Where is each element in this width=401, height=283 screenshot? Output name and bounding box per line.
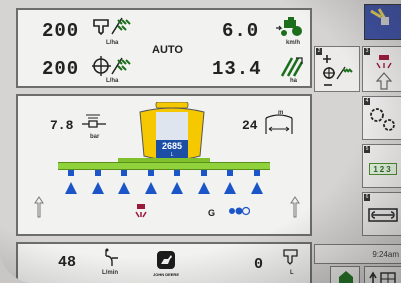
tank-remaining-unit: L [290, 270, 294, 276]
section-indicator [147, 170, 154, 176]
pressure-unit: bar [90, 134, 100, 140]
boom-section-2[interactable] [85, 170, 112, 200]
up-arrow-right-icon[interactable] [290, 196, 300, 218]
gear-label: G [208, 208, 216, 218]
nozzle-spray-icon [65, 182, 78, 194]
home-button[interactable] [330, 266, 360, 283]
nozzle-spray-icon [224, 182, 237, 194]
speed-unit: km/h [286, 40, 301, 46]
nozzle-spray-icon [250, 182, 263, 194]
area-value: 13.4 [212, 58, 262, 80]
key-3-number: 3 [364, 48, 370, 55]
boom-width-unit: m [278, 110, 284, 116]
rate-target-unit: L/ha [106, 40, 119, 46]
nozzle-off-icon[interactable] [134, 204, 148, 218]
flow-valve-icon [105, 248, 118, 266]
clock-box: 9:24am [314, 244, 401, 264]
section-indicator [121, 170, 128, 176]
boom-section-6[interactable] [191, 170, 218, 200]
menu-arrows-icon [369, 271, 396, 283]
key-5-button[interactable]: 5 123 [362, 144, 401, 188]
sprayer-panel: 7.8 bar 2685 L 24 m G [16, 94, 312, 236]
speed-value: 6.0 [222, 20, 260, 42]
area-icon [280, 57, 304, 77]
satellite-icon [370, 8, 389, 25]
menu-button[interactable] [364, 266, 401, 283]
boom-main-bar [58, 162, 270, 170]
nozzle-spray-icon [118, 182, 131, 194]
flow-value: 48 [58, 254, 77, 271]
boom-section-8[interactable] [244, 170, 271, 200]
home-icon [339, 271, 353, 283]
section-indicator [174, 170, 181, 176]
mode-label: AUTO [152, 44, 183, 56]
nozzle-spray-icon [91, 182, 104, 194]
boom-section-3[interactable] [111, 170, 138, 200]
rate-actual-value: 200 [42, 58, 80, 80]
section-indicator [94, 170, 101, 176]
boom-sections [58, 170, 270, 200]
flow-unit: L/min [102, 270, 118, 276]
key-6-button[interactable]: 6 [362, 192, 401, 236]
rate-speed-panel: 200 L/ha AUTO 6.0 km/h 200 L/ha 13.4 ha [16, 8, 312, 88]
rate-actual-unit: L/ha [106, 78, 119, 84]
key-4-button[interactable]: 4 [362, 96, 401, 140]
brand-name: JOHN DEERE [152, 272, 179, 277]
tank-remaining-icon [283, 249, 298, 265]
boom-bar [58, 158, 270, 170]
pressure-gauge-icon [82, 114, 106, 128]
boom-width-value: 24 [242, 118, 258, 133]
key-3-button[interactable]: 3 [362, 46, 401, 92]
section-indicator [253, 170, 260, 176]
brand-logo: JOHN DEERE [142, 250, 190, 283]
flow-panel: 48 L/min JOHN DEERE 0 L [16, 242, 312, 283]
boom-section-4[interactable] [138, 170, 165, 200]
area-unit: ha [290, 78, 298, 84]
pressure-value: 7.8 [50, 118, 74, 133]
boom-section-7[interactable] [217, 170, 244, 200]
section-indicator [68, 170, 75, 176]
boom-width-icon [265, 114, 293, 134]
sprayer-rate-icon [93, 17, 131, 36]
tractor-icon [276, 17, 302, 36]
rate-target-value: 200 [42, 20, 80, 42]
deer-logo-icon [157, 251, 175, 269]
key-2-number: 2 [316, 48, 322, 55]
number-strip: 123 [369, 163, 397, 175]
boom-section-5[interactable] [164, 170, 191, 200]
flow-dots-icon [229, 206, 250, 216]
display-screen: 200 L/ha AUTO 6.0 km/h 200 L/ha 13.4 ha … [0, 0, 401, 283]
nozzle-spray-icon [197, 182, 210, 194]
tank-remaining-value: 0 [254, 256, 264, 273]
key-4-number: 4 [364, 98, 370, 105]
key-2-button[interactable]: 2 [314, 46, 360, 92]
tank-volume-value: 2685 [161, 141, 183, 151]
key-6-number: 6 [364, 194, 370, 201]
flow-target-icon [92, 56, 131, 76]
nozzle-spray-icon [171, 182, 184, 194]
tank-graphic: 2685 L [134, 101, 210, 164]
section-indicator [200, 170, 207, 176]
key-5-number: 5 [364, 146, 370, 153]
top-right-button[interactable] [364, 4, 401, 40]
section-indicator [227, 170, 234, 176]
up-arrow-left-icon[interactable] [34, 196, 44, 218]
nozzle-spray-icon [144, 182, 157, 194]
boom-section-1[interactable] [58, 170, 85, 200]
clock-time: 9:24am [372, 250, 399, 259]
